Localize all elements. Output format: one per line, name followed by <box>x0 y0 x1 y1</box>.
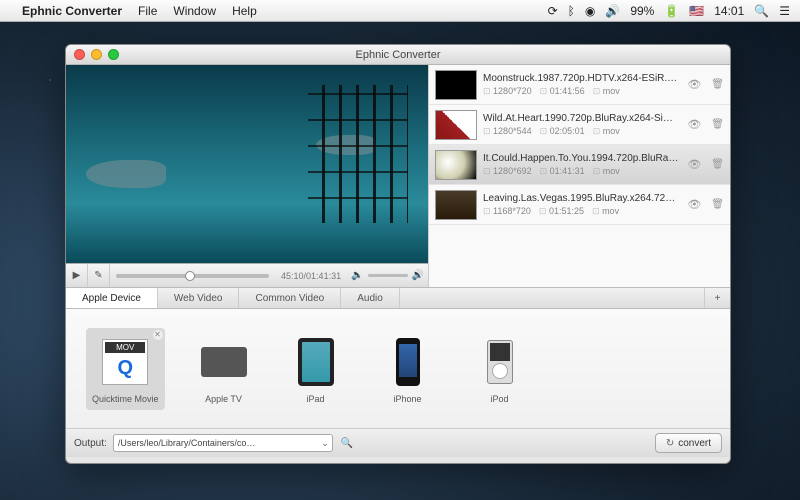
file-list: Moonstruck.1987.720p.HDTV.x264-ESiR.mkv … <box>428 65 730 287</box>
battery-percent: 99% <box>630 4 654 18</box>
file-row[interactable]: Moonstruck.1987.720p.HDTV.x264-ESiR.mkv … <box>429 65 730 105</box>
file-row[interactable]: Wild.At.Heart.1990.720p.BluRay.x264-SiNN… <box>429 105 730 145</box>
output-bar: Output: /Users/leo/Library/Containers/co… <box>66 429 730 457</box>
preset-label: iPhone <box>394 394 422 404</box>
tab-web-video[interactable]: Web Video <box>158 288 240 308</box>
file-name: It.Could.Happen.To.You.1994.720p.BluRay.… <box>483 153 679 164</box>
volume-icon[interactable]: 🔊 <box>605 4 620 18</box>
preset-label: Quicktime Movie <box>92 394 159 404</box>
notification-center-icon[interactable]: ☰ <box>779 4 790 18</box>
preset-ipad[interactable]: iPad <box>283 328 349 410</box>
file-name: Wild.At.Heart.1990.720p.BluRay.x264-SiNN… <box>483 113 679 124</box>
file-row[interactable]: It.Could.Happen.To.You.1994.720p.BluRay.… <box>429 145 730 185</box>
window-title: Ephnic Converter <box>66 49 730 61</box>
preview-icon[interactable]: 👁 <box>687 158 701 171</box>
playback-time: 45:10/01:41:31 <box>281 271 341 281</box>
preset-label: iPad <box>307 394 325 404</box>
output-label: Output: <box>74 438 107 449</box>
titlebar[interactable]: Ephnic Converter <box>66 45 730 65</box>
file-thumbnail <box>435 110 477 140</box>
delete-icon[interactable]: 🗑 <box>711 119 724 130</box>
clock[interactable]: 14:01 <box>714 4 744 18</box>
preview-pane: ▶ ✎ 45:10/01:41:31 🔈 🔊 <box>66 65 428 287</box>
playback-bar: ▶ ✎ 45:10/01:41:31 🔈 🔊 <box>66 263 428 287</box>
battery-icon[interactable]: 🔋 <box>664 4 679 18</box>
volume-high-icon: 🔊 <box>412 270 424 281</box>
mac-menubar: Ephnic Converter File Window Help ⟳ ᛒ ◉ … <box>0 0 800 22</box>
output-path-dropdown[interactable]: /Users/leo/Library/Containers/co… <box>113 434 333 452</box>
bluetooth-icon[interactable]: ᛒ <box>568 4 575 18</box>
seek-slider[interactable] <box>110 264 275 288</box>
preset-quicktime[interactable]: Quicktime Movie <box>86 328 165 410</box>
tab-apple-device[interactable]: Apple Device <box>66 288 158 308</box>
file-thumbnail <box>435 70 477 100</box>
file-thumbnail <box>435 150 477 180</box>
app-window: Ephnic Converter ▶ ✎ 45:10/01:41:31 🔈 🔊 <box>65 44 731 464</box>
spotlight-icon[interactable]: 🔍 <box>754 4 769 18</box>
file-thumbnail <box>435 190 477 220</box>
volume-low-icon: 🔈 <box>351 270 363 281</box>
volume-slider[interactable] <box>368 274 408 277</box>
preview-icon[interactable]: 👁 <box>687 78 701 91</box>
input-source-icon[interactable]: 🇺🇸 <box>689 4 704 18</box>
zoom-window-button[interactable] <box>108 49 119 60</box>
edit-button[interactable]: ✎ <box>88 264 110 287</box>
file-row[interactable]: Leaving.Las.Vegas.1995.BluRay.x264.720p.… <box>429 185 730 225</box>
delete-icon[interactable]: 🗑 <box>711 79 724 90</box>
preset-label: Apple TV <box>205 394 242 404</box>
preset-devices: Quicktime Movie Apple TV iPad iPhone iPo… <box>66 309 730 429</box>
preset-label: iPod <box>491 394 509 404</box>
help-menu[interactable]: Help <box>232 4 257 18</box>
file-name: Moonstruck.1987.720p.HDTV.x264-ESiR.mkv <box>483 73 679 84</box>
close-window-button[interactable] <box>74 49 85 60</box>
tab-common-video[interactable]: Common Video <box>239 288 341 308</box>
preset-apple-tv[interactable]: Apple TV <box>191 328 257 410</box>
delete-icon[interactable]: 🗑 <box>711 159 724 170</box>
preset-ipod[interactable]: iPod <box>467 328 533 410</box>
video-preview[interactable] <box>66 65 428 263</box>
add-format-button[interactable]: + <box>704 288 730 308</box>
convert-button[interactable]: convert <box>655 433 722 453</box>
delete-icon[interactable]: 🗑 <box>711 199 724 210</box>
tab-audio[interactable]: Audio <box>341 288 400 308</box>
app-menu[interactable]: Ephnic Converter <box>22 4 122 18</box>
time-machine-icon[interactable]: ⟳ <box>548 4 558 18</box>
format-tabbar: Apple Device Web Video Common Video Audi… <box>66 287 730 309</box>
reveal-in-finder-icon[interactable]: 🔍 <box>339 438 355 449</box>
preview-icon[interactable]: 👁 <box>687 118 701 131</box>
file-name: Leaving.Las.Vegas.1995.BluRay.x264.720p.… <box>483 193 679 204</box>
file-menu[interactable]: File <box>138 4 157 18</box>
play-button[interactable]: ▶ <box>66 264 88 287</box>
window-menu[interactable]: Window <box>173 4 216 18</box>
minimize-window-button[interactable] <box>91 49 102 60</box>
preset-iphone[interactable]: iPhone <box>375 328 441 410</box>
wifi-icon[interactable]: ◉ <box>585 4 595 18</box>
preview-icon[interactable]: 👁 <box>687 198 701 211</box>
